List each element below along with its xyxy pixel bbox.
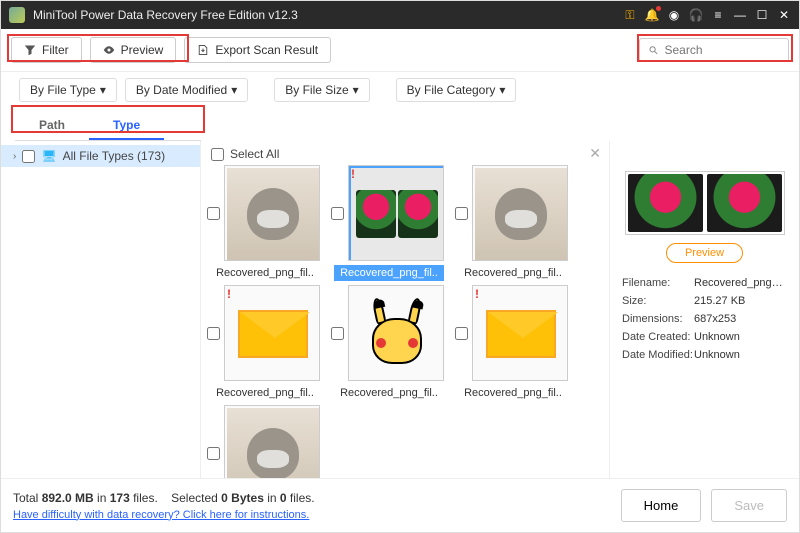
- item-checkbox[interactable]: [331, 327, 344, 340]
- key-icon[interactable]: ⚿: [623, 8, 637, 22]
- export-icon: [197, 44, 209, 56]
- item-checkbox[interactable]: [455, 207, 468, 220]
- item-checkbox[interactable]: [455, 327, 468, 340]
- thumbnail-item[interactable]: ! Recovered_png_fil..: [331, 165, 447, 281]
- tree-label: All File Types (173): [63, 149, 166, 163]
- chevron-right-icon: ›: [13, 151, 16, 162]
- titlebar: MiniTool Power Data Recovery Free Editio…: [1, 1, 799, 29]
- warning-icon: !: [227, 287, 231, 301]
- footer-info: Total 892.0 MB in 173 files. Selected 0 …: [13, 491, 611, 521]
- item-checkbox[interactable]: [207, 207, 220, 220]
- warning-icon: !: [475, 287, 479, 301]
- funnel-icon: [24, 44, 36, 56]
- monitor-icon: 🖥: [41, 149, 56, 163]
- close-icon[interactable]: ✕: [777, 8, 791, 22]
- content: › 🖥 All File Types (173) Select All ✕ ! R…: [1, 141, 799, 478]
- filter-size[interactable]: By File Size▾: [274, 78, 369, 102]
- item-checkbox[interactable]: [331, 207, 344, 220]
- thumbnail-item[interactable]: ! Recovered_png_fil..: [455, 165, 571, 281]
- save-button[interactable]: Save: [711, 489, 787, 522]
- tree-checkbox[interactable]: [22, 150, 35, 163]
- thumbnail[interactable]: !: [348, 165, 444, 261]
- thumbnail-item[interactable]: ! Recovered_png_fil..: [207, 285, 323, 401]
- minimize-icon[interactable]: —: [733, 8, 747, 22]
- preview-meta: Filename:Recovered_png_file( Size:215.27…: [622, 277, 787, 361]
- preview-open-button[interactable]: Preview: [666, 243, 743, 263]
- toolbar: Filter Preview Export Scan Result: [1, 29, 799, 72]
- close-panel-icon[interactable]: ✕: [589, 145, 601, 162]
- help-link[interactable]: Have difficulty with data recovery? Clic…: [13, 509, 611, 521]
- thumbnail[interactable]: !: [224, 285, 320, 381]
- thumbnail-caption: Recovered_png_fil..: [210, 385, 320, 401]
- tabs: Path Type: [15, 112, 201, 141]
- maximize-icon[interactable]: ☐: [755, 8, 769, 22]
- selectall-label: Select All: [230, 147, 279, 161]
- tree-panel: › 🖥 All File Types (173): [1, 141, 201, 478]
- thumbnail-item[interactable]: Recovered_png_fil..: [331, 285, 447, 401]
- chevron-down-icon: ▾: [100, 83, 106, 97]
- headset-icon[interactable]: 🎧: [689, 8, 703, 22]
- chevron-down-icon: ▾: [499, 83, 505, 97]
- grid-panel: Select All ✕ ! Recovered_png_fil..! Recove…: [201, 141, 609, 478]
- chevron-down-icon: ▾: [353, 83, 359, 97]
- menu-icon[interactable]: ≡: [711, 8, 725, 22]
- thumbnail-caption: Recovered_png_fil..: [334, 385, 444, 401]
- thumbnail-item[interactable]: ! Recovered_png_fil..: [207, 165, 323, 281]
- search-icon: [648, 44, 659, 56]
- filter-date[interactable]: By Date Modified▾: [125, 78, 248, 102]
- preview-button[interactable]: Preview: [90, 37, 177, 63]
- filter-category[interactable]: By File Category▾: [396, 78, 517, 102]
- preview-panel: Preview Filename:Recovered_png_file( Siz…: [609, 141, 799, 478]
- tree-all-file-types[interactable]: › 🖥 All File Types (173): [1, 145, 200, 167]
- chevron-down-icon: ▾: [231, 83, 237, 97]
- footer: Total 892.0 MB in 173 files. Selected 0 …: [1, 478, 799, 532]
- filter-label: Filter: [42, 43, 69, 57]
- thumbnail-item[interactable]: !: [207, 405, 323, 478]
- item-checkbox[interactable]: [207, 447, 220, 460]
- thumbnail[interactable]: !: [224, 165, 320, 261]
- search-input[interactable]: [665, 43, 781, 57]
- thumbnail-caption: Recovered_png_fil..: [458, 265, 568, 281]
- tab-path[interactable]: Path: [15, 112, 89, 140]
- preview-label: Preview: [121, 43, 164, 57]
- filter-row: By File Type▾ By Date Modified▾ By File …: [1, 72, 799, 108]
- filter-filetype[interactable]: By File Type▾: [19, 78, 117, 102]
- search-box[interactable]: [639, 38, 789, 62]
- disc-icon[interactable]: ◉: [667, 8, 681, 22]
- bell-icon[interactable]: 🔔: [645, 8, 659, 22]
- eye-icon: [103, 44, 115, 56]
- filter-button[interactable]: Filter: [11, 37, 82, 63]
- item-checkbox[interactable]: [207, 327, 220, 340]
- thumbnail-grid: ! Recovered_png_fil..! Recovered_png_fil..…: [207, 165, 605, 478]
- export-label: Export Scan Result: [215, 43, 318, 57]
- thumbnail[interactable]: !: [224, 405, 320, 478]
- thumbnail[interactable]: !: [472, 285, 568, 381]
- app-icon: [9, 7, 25, 23]
- export-button[interactable]: Export Scan Result: [184, 37, 331, 63]
- thumbnail-caption: Recovered_png_fil..: [458, 385, 568, 401]
- thumbnail-caption: Recovered_png_fil..: [210, 265, 320, 281]
- tab-type[interactable]: Type: [89, 112, 164, 140]
- thumbnail-caption: Recovered_png_fil..: [334, 265, 444, 281]
- warning-icon: !: [351, 167, 355, 181]
- preview-image: [625, 171, 785, 235]
- thumbnail[interactable]: [348, 285, 444, 381]
- home-button[interactable]: Home: [621, 489, 702, 522]
- app-title: MiniTool Power Data Recovery Free Editio…: [33, 8, 615, 22]
- thumbnail[interactable]: !: [472, 165, 568, 261]
- thumbnail-item[interactable]: ! Recovered_png_fil..: [455, 285, 571, 401]
- selectall-checkbox[interactable]: [211, 148, 224, 161]
